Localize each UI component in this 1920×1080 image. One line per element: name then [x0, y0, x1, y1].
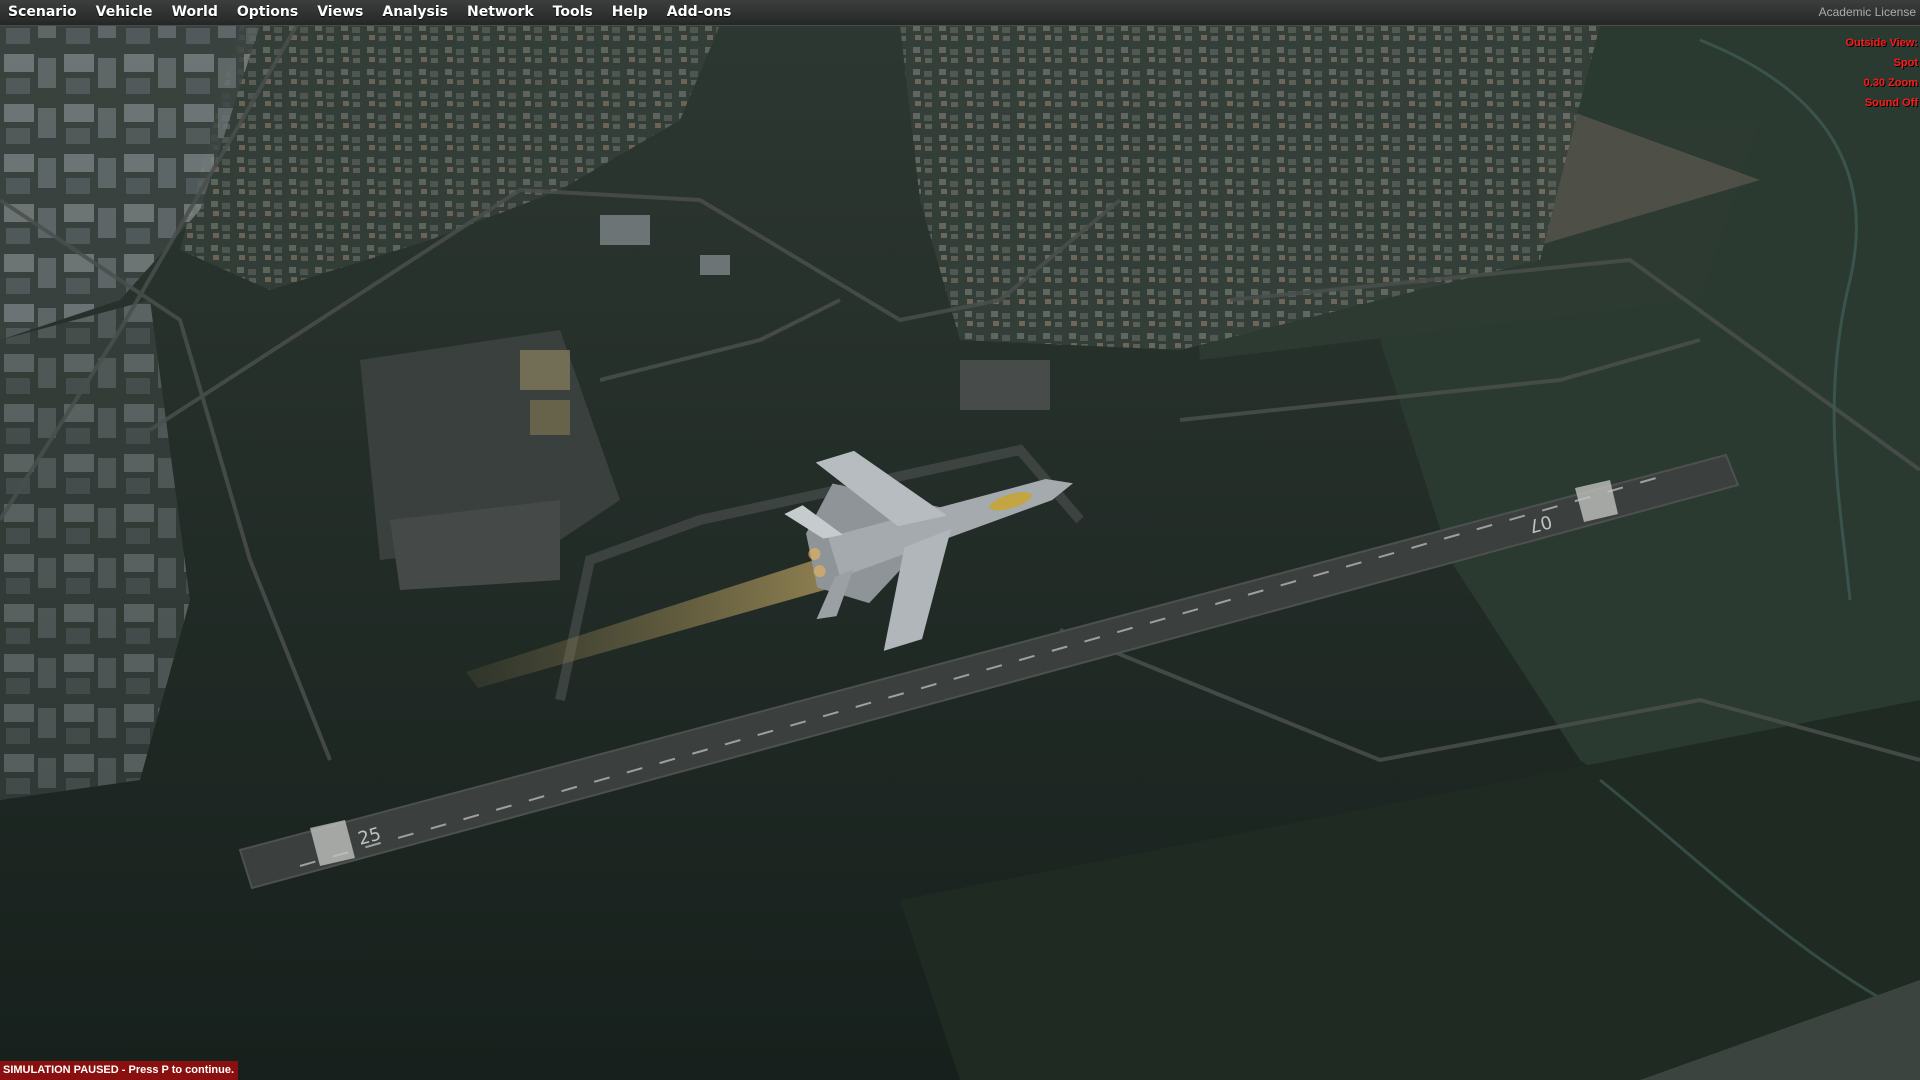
menu-tools[interactable]: Tools [544, 0, 603, 25]
view-info-overlay: Outside View: Spot 0.30 Zoom Sound Off [1845, 33, 1918, 113]
menu-add-ons[interactable]: Add-ons [658, 0, 742, 25]
menu-views[interactable]: Views [308, 0, 373, 25]
view-type-label: Spot [1893, 57, 1918, 69]
zoom-label: 0.30 Zoom [1863, 77, 1918, 89]
flight-scene: 25 07 [0, 0, 1920, 1080]
menu-network[interactable]: Network [458, 0, 544, 25]
menu-help[interactable]: Help [603, 0, 658, 25]
menu-scenario[interactable]: Scenario [0, 0, 87, 25]
menu-options[interactable]: Options [228, 0, 308, 25]
menu-world[interactable]: World [163, 0, 228, 25]
menu-vehicle[interactable]: Vehicle [87, 0, 163, 25]
simulation-paused-banner: SIMULATION PAUSED - Press P to continue. [0, 1061, 239, 1080]
sound-status-label: Sound Off [1864, 97, 1918, 109]
license-label: Academic License [1818, 5, 1916, 19]
menu-analysis[interactable]: Analysis [373, 0, 458, 25]
menu-bar: Scenario Vehicle World Options Views Ana… [0, 0, 1920, 26]
view-mode-label: Outside View: [1845, 37, 1918, 49]
